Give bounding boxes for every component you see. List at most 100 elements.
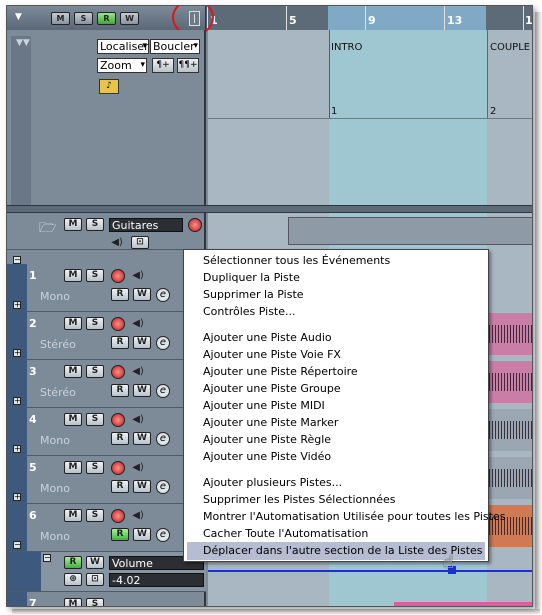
marker-intro[interactable]: INTRO [331,42,362,53]
mute-button[interactable]: M [64,598,82,606]
automation-value-field[interactable]: -4.02 [109,573,204,587]
edit-channel-button[interactable]: e [156,384,170,398]
mute-button[interactable]: M [64,269,82,282]
cycle-select[interactable]: Boucler [150,39,200,54]
monitor-icon[interactable]: ◀) [131,317,145,330]
audio-track-4[interactable]: 4 Mono M S ◀) R W e + [7,408,206,456]
monitor-icon[interactable]: ◀) [131,509,145,522]
read-button[interactable]: R [111,288,129,301]
locate-select[interactable]: Localiser [97,39,149,54]
menu-item-show-used-automation[interactable]: Montrer l'Automatisation Utilisée pour t… [203,508,505,525]
inspector-handle[interactable]: ▼▼ [11,36,31,206]
automation-write-button[interactable]: W [86,556,104,569]
speaker-icon[interactable]: ◀) [110,236,124,249]
automation-read-button[interactable]: R [64,556,82,569]
mute-button[interactable]: M [64,413,82,426]
record-enable-button[interactable] [111,461,125,475]
menu-arrow-icon[interactable]: ▼ [15,12,22,22]
menu-item-remove-selected-tracks[interactable]: Supprimer les Pistes Sélectionnées [203,491,395,508]
ruler[interactable]: 1 5 9 13 1 [207,6,532,30]
solo-button[interactable]: S [86,413,104,426]
marker-couple[interactable]: COUPLE [490,42,530,53]
folder-track[interactable]: 🗁 M S Guitares ◀) ⊡ − [7,213,206,264]
monitor-icon[interactable]: ◀) [131,365,145,378]
edit-channel-button[interactable]: e [156,432,170,446]
menu-item-remove-track[interactable]: Supprimer la Piste [203,286,304,303]
folder-record-button[interactable] [188,218,202,232]
expand-icon[interactable]: + [13,397,21,405]
write-button[interactable]: W [133,528,151,541]
audio-track-7[interactable]: 7 M S [7,592,206,606]
solo-button[interactable]: S [86,365,104,378]
edit-channel-button[interactable]: e [156,336,170,350]
mute-button[interactable]: M [64,461,82,474]
lock-icon[interactable]: ⊡ [131,236,149,249]
global-solo-button[interactable]: S [74,12,93,25]
expand-icon[interactable]: + [13,445,21,453]
menu-item-add-multiple-tracks[interactable]: Ajouter plusieurs Pistes... [203,474,342,491]
menu-item-add-folder-track[interactable]: Ajouter une Piste Répertoire [203,363,358,380]
monitor-icon[interactable]: ◀) [131,413,145,426]
monitor-icon[interactable]: ◀) [131,461,145,474]
mute-button[interactable]: M [64,365,82,378]
edit-channel-button[interactable]: e [156,528,170,542]
menu-item-add-audio-track[interactable]: Ajouter une Piste Audio [203,329,332,346]
record-enable-button[interactable] [111,509,125,523]
global-read-button[interactable]: R [97,12,116,25]
edit-channel-button[interactable]: e [156,480,170,494]
global-write-button[interactable]: W [120,12,139,25]
audio-track-6[interactable]: 6 Mono M S ◀) R W e − [7,504,206,552]
monitor-icon[interactable]: ◀) [131,269,145,282]
folder-part[interactable] [288,217,532,245]
solo-button[interactable]: S [86,598,104,606]
menu-item-add-video-track[interactable]: Ajouter une Piste Vidéo [203,448,331,465]
read-button[interactable]: R [111,528,129,541]
automation-collapse-icon[interactable]: − [43,554,51,562]
menu-item-select-all-events[interactable]: Sélectionner tous les Événements [203,252,390,269]
audio-track-1[interactable]: 1 Mono M S ◀) R W e + [7,264,206,312]
menu-item-add-fx-track[interactable]: Ajouter une Piste Voie FX [203,346,341,363]
global-mute-button[interactable]: M [51,12,70,25]
audio-track-2[interactable]: 2 Stéréo M S ◀) R W e + [7,312,206,360]
automation-lock-icon[interactable]: ⊡ [86,573,104,586]
expand-icon[interactable]: + [13,493,21,501]
menu-item-add-group-track[interactable]: Ajouter une Piste Groupe [203,380,341,397]
solo-button[interactable]: S [86,269,104,282]
menu-item-add-midi-track[interactable]: Ajouter une Piste MIDI [203,397,325,414]
collapse-icon[interactable]: − [13,541,21,549]
audio-track-5[interactable]: 5 Mono M S ◀) R W e + [7,456,206,504]
record-enable-button[interactable] [111,269,125,283]
solo-button[interactable]: S [86,461,104,474]
folder-name-field[interactable]: Guitares [109,218,183,232]
menu-item-hide-all-automation[interactable]: Cacher Toute l'Automatisation [203,525,368,542]
note-icon[interactable]: ♪ [99,79,119,94]
automation-add-icon[interactable]: ⊕ [64,573,82,586]
section-divider[interactable] [7,205,532,213]
solo-button[interactable]: S [86,509,104,522]
menu-item-add-marker-track[interactable]: Ajouter une Piste Marker [203,414,338,431]
edit-channel-button[interactable]: e [156,288,170,302]
write-button[interactable]: W [133,336,151,349]
folder-collapse-icon[interactable]: − [13,256,21,264]
mute-button[interactable]: M [64,509,82,522]
mute-button[interactable]: M [64,317,82,330]
automation-curve[interactable] [208,570,532,572]
read-button[interactable]: R [111,384,129,397]
folder-icon[interactable]: 🗁 [39,217,56,241]
expand-icon[interactable]: + [13,349,21,357]
add-cycle-marker-button[interactable]: ¶¶+ [177,58,199,73]
audio-track-3[interactable]: 3 Stéréo M S ◀) R W e + [7,360,206,408]
menu-item-move-to-other-section[interactable]: Déplacer dans l'autre section de la List… [203,542,483,559]
write-button[interactable]: W [133,288,151,301]
solo-button[interactable]: S [86,317,104,330]
menu-item-track-controls[interactable]: Contrôles Piste... [203,303,296,320]
audio-event[interactable] [394,602,532,606]
menu-item-duplicate-track[interactable]: Dupliquer la Piste [203,269,300,286]
folder-mute-button[interactable]: M [64,218,82,231]
record-enable-button[interactable] [111,413,125,427]
record-enable-button[interactable] [111,365,125,379]
zoom-select[interactable]: Zoom [97,58,147,73]
menu-item-add-ruler-track[interactable]: Ajouter une Piste Règle [203,431,331,448]
read-button[interactable]: R [111,336,129,349]
expand-icon[interactable]: + [13,301,21,309]
